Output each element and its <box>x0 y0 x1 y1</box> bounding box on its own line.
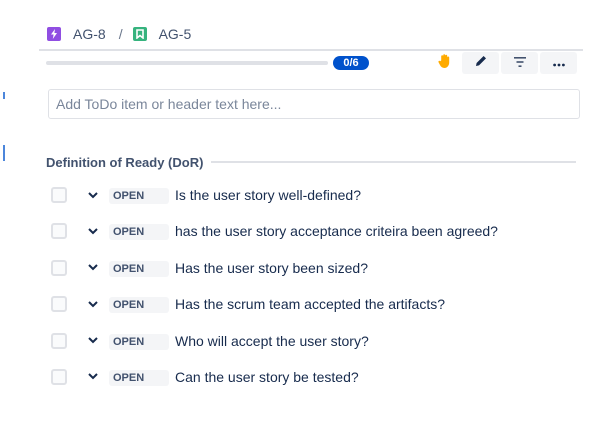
item-checkbox[interactable] <box>51 368 67 385</box>
breadcrumb: AG-8 / AG-5 <box>47 25 191 43</box>
chevron-down-icon[interactable] <box>87 371 99 383</box>
status-badge[interactable]: OPEN <box>109 224 169 241</box>
breadcrumb-label[interactable]: AG-8 <box>73 26 106 42</box>
checklist-panel: AG-8 / AG-5 0/6 Add ToDo item or header … <box>0 0 604 421</box>
checklist-item: OPEN Is the user story well-defined? <box>0 182 604 218</box>
item-text[interactable]: Has the scrum team accepted the artifact… <box>175 296 445 312</box>
checklist-item: OPEN Can the user story be tested? <box>0 364 604 400</box>
checklist: OPEN Is the user story well-defined? OPE… <box>0 182 604 400</box>
toolbar <box>430 52 577 74</box>
progress-bar <box>46 61 328 65</box>
section-title: Definition of Ready (DoR) <box>46 154 204 170</box>
add-todo-input[interactable] <box>48 89 580 119</box>
chevron-down-icon[interactable] <box>87 262 99 274</box>
checklist-item: OPEN has the user story acceptance crite… <box>0 218 604 254</box>
section-header: Definition of Ready (DoR) <box>46 153 576 171</box>
status-badge[interactable]: OPEN <box>109 260 169 277</box>
status-badge[interactable]: OPEN <box>109 369 169 386</box>
item-text[interactable]: Is the user story well-defined? <box>175 187 361 203</box>
chevron-down-icon[interactable] <box>87 298 99 310</box>
checklist-item: OPEN Has the scrum team accepted the art… <box>0 291 604 327</box>
epic-lightning-icon <box>47 27 61 41</box>
breadcrumb-item-current[interactable]: AG-5 <box>132 26 192 42</box>
item-checkbox[interactable] <box>51 332 67 349</box>
breadcrumb-separator: / <box>118 26 123 42</box>
more-options-button[interactable] <box>540 52 577 74</box>
item-text[interactable]: has the user story acceptance criteira b… <box>175 223 498 239</box>
progress-count-badge: 0/6 <box>333 56 369 70</box>
filter-button[interactable] <box>501 52 538 74</box>
item-text[interactable]: Who will accept the user story? <box>175 333 369 349</box>
chevron-down-icon[interactable] <box>87 225 99 237</box>
left-edge-fragment <box>3 92 5 99</box>
left-edge-fragment <box>3 145 5 161</box>
section-divider <box>211 161 576 163</box>
edit-button[interactable] <box>462 52 499 74</box>
item-checkbox[interactable] <box>51 187 67 203</box>
item-text[interactable]: Has the user story been sized? <box>175 260 368 276</box>
raise-hand-button[interactable] <box>430 52 460 74</box>
filter-icon <box>513 54 526 72</box>
breadcrumb-label[interactable]: AG-5 <box>159 26 192 42</box>
raise-hand-icon <box>437 53 453 74</box>
edit-pencil-icon <box>475 54 487 72</box>
chevron-down-icon[interactable] <box>87 189 99 201</box>
item-checkbox[interactable] <box>51 296 67 313</box>
more-options-icon <box>552 54 565 72</box>
story-bookmark-icon <box>132 27 147 41</box>
status-badge[interactable]: OPEN <box>109 188 169 204</box>
breadcrumb-item-parent[interactable]: AG-8 <box>47 26 106 42</box>
header-divider <box>39 49 583 51</box>
item-text[interactable]: Can the user story be tested? <box>175 369 359 385</box>
checklist-item: OPEN Who will accept the user story? <box>0 328 604 364</box>
checklist-item: OPEN Has the user story been sized? <box>0 255 604 291</box>
status-badge[interactable]: OPEN <box>109 333 169 350</box>
item-checkbox[interactable] <box>51 223 67 240</box>
status-badge[interactable]: OPEN <box>109 297 169 314</box>
chevron-down-icon[interactable] <box>87 335 99 347</box>
item-checkbox[interactable] <box>51 259 67 276</box>
